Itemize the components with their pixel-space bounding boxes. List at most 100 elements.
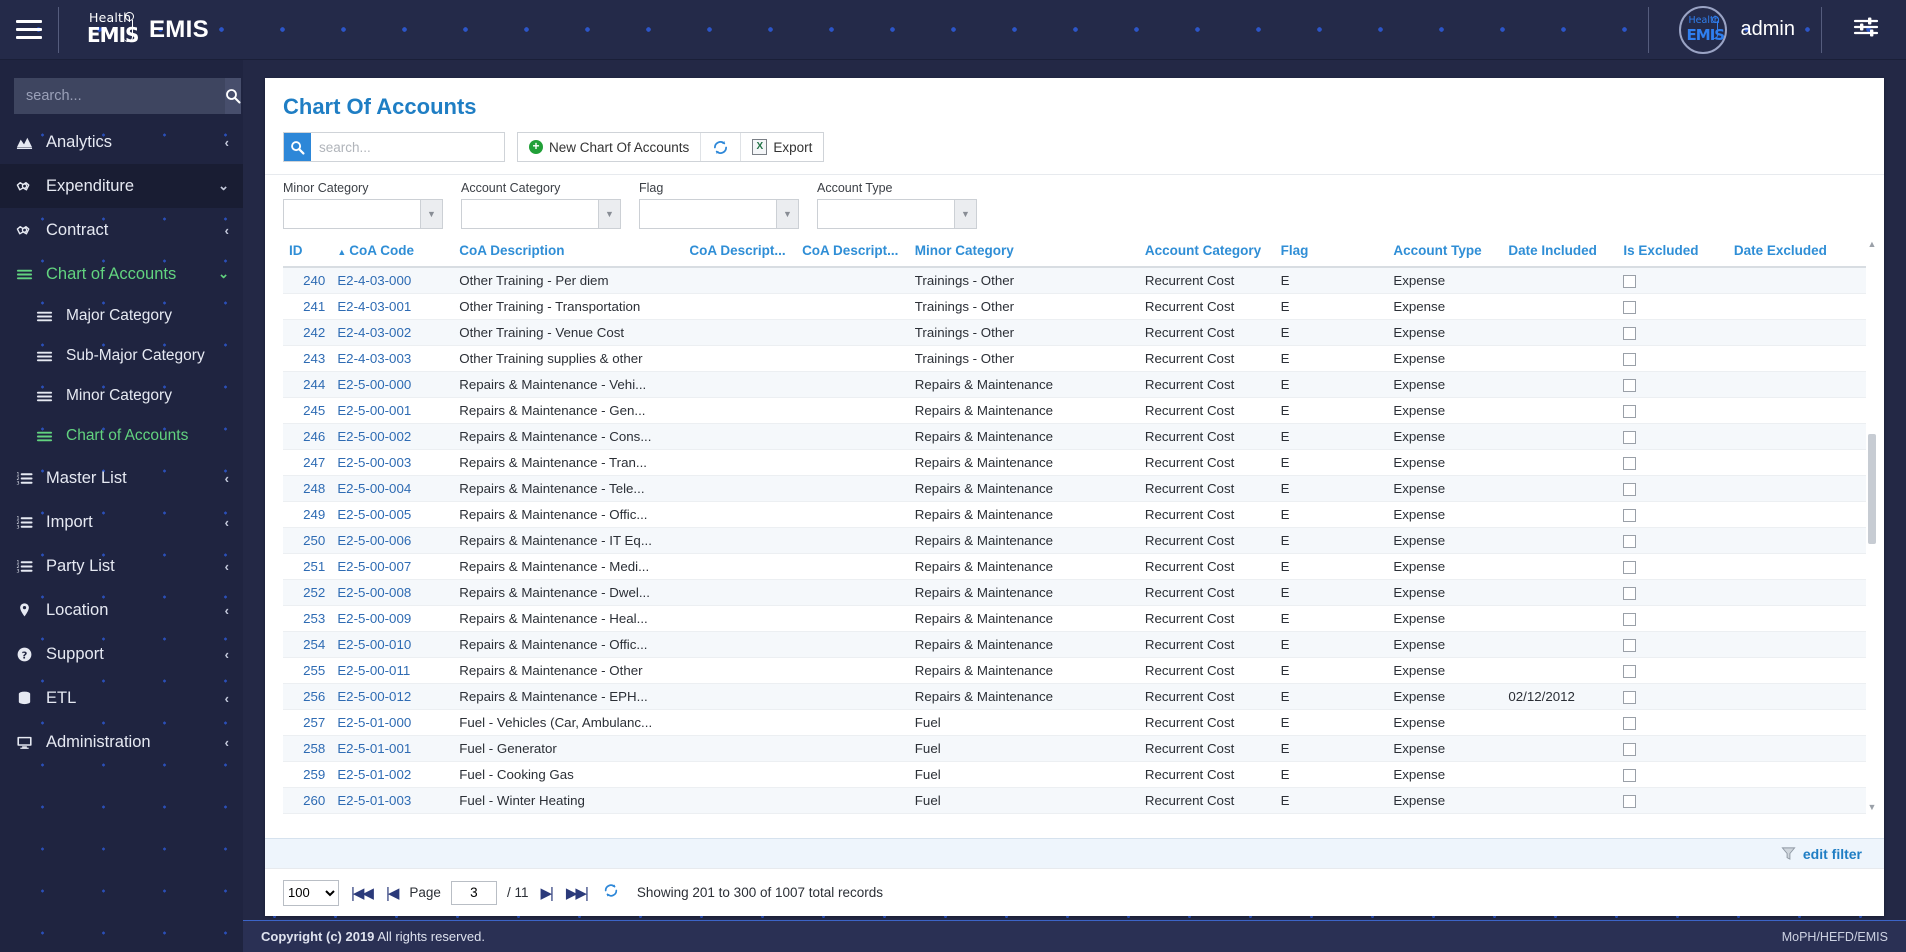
table-row[interactable]: 248 E2-5-00-004 Repairs & Maintenance - Te… [283,475,1866,502]
first-page-button[interactable]: |◀◀ [349,884,374,902]
chevron-down-icon[interactable]: ▼ [954,200,976,228]
is-excluded-checkbox[interactable] [1623,690,1637,704]
next-page-button[interactable]: ▶| [538,884,553,902]
table-row[interactable]: 241 E2-4-03-001 Other Training - Transport… [283,293,1866,320]
brand-logo[interactable]: Health EMIS EMIS [85,10,209,50]
table-row[interactable]: 244 E2-5-00-000 Repairs & Maintenance - Ve… [283,371,1866,398]
table-row[interactable]: 258 E2-5-01-001 Fuel - Generator Fuel Recurr… [283,735,1866,762]
sidebar-item-expenditure[interactable]: Expenditure ⌄ [0,164,243,208]
is-excluded-checkbox[interactable] [1623,274,1637,288]
table-row[interactable]: 250 E2-5-00-006 Repairs & Maintenance - IT… [283,527,1866,554]
page-size-select[interactable]: 102050100 [283,879,339,906]
sidebar-item-sub-major-category[interactable]: Sub-Major Category [0,336,243,376]
sidebar-item-party-list[interactable]: 1 2 3 Party List ‹ [0,544,243,588]
sidebar-item-master-list[interactable]: 1 2 3 Master List ‹ [0,456,243,500]
sidebar-item-location[interactable]: Location ‹ [0,588,243,632]
scrollbar-thumb[interactable] [1868,434,1876,544]
sliders-icon[interactable] [1852,15,1880,44]
column-header-flag[interactable]: Flag [1274,239,1388,268]
is-excluded-checkbox[interactable] [1623,612,1637,626]
column-header-coa-descript[interactable]: CoA Descript... [796,239,909,268]
is-excluded-checkbox[interactable] [1623,300,1637,314]
filter-select-minor-category[interactable]: ▼ [283,199,443,229]
sidebar-item-chart-of-accounts[interactable]: Chart of Accounts ⌄ [0,252,243,296]
is-excluded-checkbox[interactable] [1623,794,1637,808]
table-row[interactable]: 255 E2-5-00-011 Repairs & Maintenance - Ot… [283,657,1866,684]
is-excluded-checkbox[interactable] [1623,456,1637,470]
chevron-down-icon[interactable]: ▼ [776,200,798,228]
table-scrollbar[interactable]: ▲ ▼ [1866,239,1878,816]
table-row[interactable]: 243 E2-4-03-003 Other Training supplies & … [283,345,1866,372]
hamburger-menu-icon[interactable] [0,0,58,60]
table-row[interactable]: 256 E2-5-00-012 Repairs & Maintenance - EP… [283,683,1866,710]
table-row[interactable]: 257 E2-5-01-000 Fuel - Vehicles (Car, Ambu… [283,709,1866,736]
pager-refresh-button[interactable] [603,883,619,903]
sidebar-item-analytics[interactable]: Analytics ‹ [0,120,243,164]
table-row[interactable]: 242 E2-4-03-002 Other Training - Venue Cos… [283,319,1866,346]
is-excluded-checkbox[interactable] [1623,378,1637,392]
avatar[interactable]: Health EMIS [1678,5,1727,54]
is-excluded-checkbox[interactable] [1623,508,1637,522]
search-icon[interactable] [284,133,311,161]
table-row[interactable]: 259 E2-5-01-002 Fuel - Cooking Gas Fuel Recu… [283,761,1866,788]
refresh-button[interactable] [701,133,742,161]
is-excluded-checkbox[interactable] [1623,430,1637,444]
sidebar-search-input[interactable] [14,78,225,114]
column-header-date-excluded[interactable]: Date Excluded [1727,239,1866,268]
search-input[interactable] [311,133,504,161]
sidebar-item-major-category[interactable]: Major Category [0,296,243,336]
is-excluded-checkbox[interactable] [1623,742,1637,756]
column-header-is-excluded[interactable]: Is Excluded [1617,239,1728,268]
filter-select-account-category[interactable]: ▼ [461,199,621,229]
export-button[interactable]: X Export [741,133,823,161]
last-page-button[interactable]: ▶▶| [564,884,589,902]
table-row[interactable]: 260 E2-5-01-003 Fuel - Winter Heating Fuel R… [283,787,1866,814]
table-row[interactable]: 247 E2-5-00-003 Repairs & Maintenance - Tr… [283,449,1866,476]
column-header-coa-code[interactable]: ▲ CoA Code [331,239,454,268]
is-excluded-checkbox[interactable] [1623,352,1637,366]
column-header-id[interactable]: ID [283,239,332,268]
new-chart-of-accounts-button[interactable]: + New Chart Of Accounts [518,133,702,161]
is-excluded-checkbox[interactable] [1623,716,1637,730]
column-header-minor-category[interactable]: Minor Category [908,239,1139,268]
edit-filter-link[interactable]: edit filter [1803,846,1862,862]
is-excluded-checkbox[interactable] [1623,664,1637,678]
is-excluded-checkbox[interactable] [1623,638,1637,652]
table-row[interactable]: 246 E2-5-00-002 Repairs & Maintenance - Co… [283,423,1866,450]
sidebar-item-etl[interactable]: ETL ‹ [0,676,243,720]
is-excluded-checkbox[interactable] [1623,326,1637,340]
table-row[interactable]: 245 E2-5-00-001 Repairs & Maintenance - Ge… [283,397,1866,424]
sidebar-item-chart-of-accounts[interactable]: Chart of Accounts [0,416,243,456]
is-excluded-checkbox[interactable] [1623,482,1637,496]
is-excluded-checkbox[interactable] [1623,404,1637,418]
table-row[interactable]: 240 E2-4-03-000 Other Training - Per diem T… [283,267,1866,294]
table-row[interactable]: 249 E2-5-00-005 Repairs & Maintenance - Of… [283,501,1866,528]
column-header-account-type[interactable]: Account Type [1387,239,1503,268]
table-row[interactable]: 251 E2-5-00-007 Repairs & Maintenance - Me… [283,553,1866,580]
is-excluded-checkbox[interactable] [1623,768,1637,782]
page-number-input[interactable] [450,880,497,905]
sidebar-item-import[interactable]: 1 2 3 Import ‹ [0,500,243,544]
sidebar-item-administration[interactable]: Administration ‹ [0,720,243,764]
column-header-coa-descript[interactable]: CoA Descript... [683,239,797,268]
prev-page-button[interactable]: |◀ [384,884,399,902]
table-row[interactable]: 253 E2-5-00-009 Repairs & Maintenance - He… [283,605,1866,632]
column-header-account-category[interactable]: Account Category [1138,239,1275,268]
table-row[interactable]: 254 E2-5-00-010 Repairs & Maintenance - Of… [283,631,1866,658]
filter-select-flag[interactable]: ▼ [639,199,799,229]
is-excluded-checkbox[interactable] [1623,560,1637,574]
filter-select-account-type[interactable]: ▼ [817,199,977,229]
is-excluded-checkbox[interactable] [1623,586,1637,600]
table-row[interactable]: 252 E2-5-00-008 Repairs & Maintenance - Dw… [283,579,1866,606]
scroll-down-icon[interactable]: ▼ [1866,802,1878,816]
scroll-up-icon[interactable]: ▲ [1866,239,1878,253]
chevron-down-icon[interactable]: ▼ [598,200,620,228]
sidebar-item-contract[interactable]: Contract ‹ [0,208,243,252]
sidebar-item-support[interactable]: ? Support ‹ [0,632,243,676]
column-header-coa-description[interactable]: CoA Description [453,239,684,268]
sidebar-search-icon[interactable] [225,78,241,114]
is-excluded-checkbox[interactable] [1623,534,1637,548]
column-header-date-included[interactable]: Date Included [1502,239,1618,268]
sidebar-item-minor-category[interactable]: Minor Category [0,376,243,416]
chevron-down-icon[interactable]: ▼ [420,200,442,228]
